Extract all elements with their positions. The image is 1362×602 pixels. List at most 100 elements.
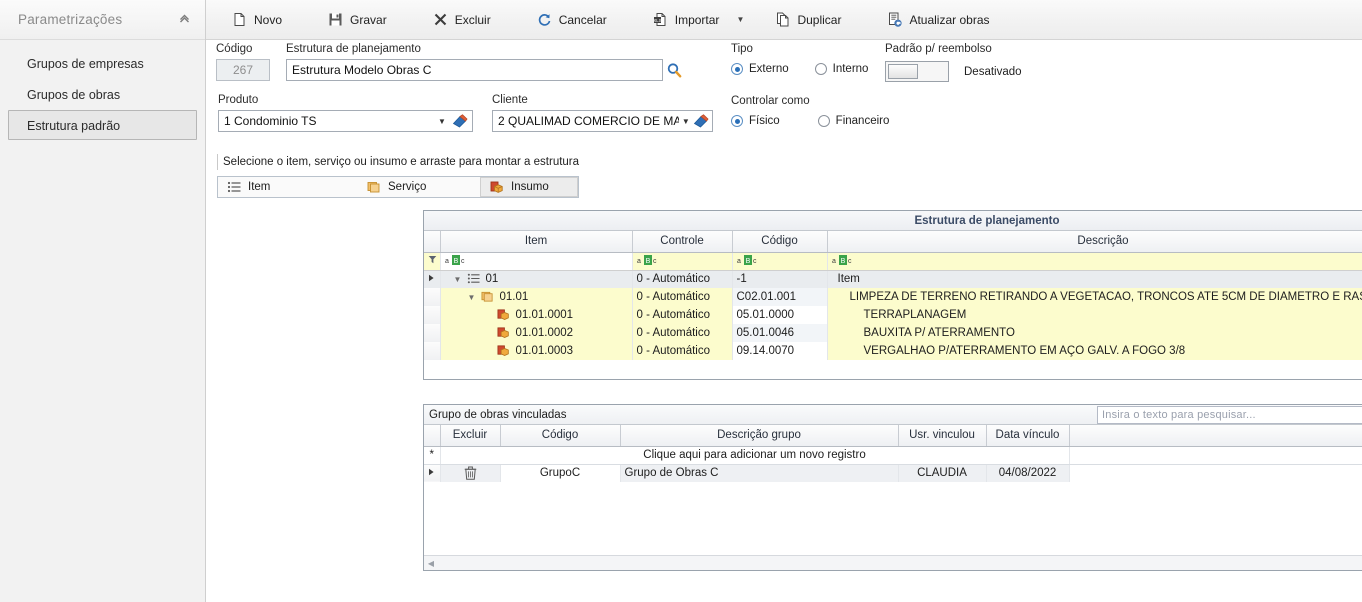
cell-descricao: Item — [827, 270, 1362, 288]
excluir-button[interactable]: Excluir — [421, 6, 503, 34]
column-header-descricao-grupo[interactable]: Descrição grupo — [620, 425, 899, 447]
scroll-left-arrow-icon[interactable]: ◀ — [424, 559, 438, 568]
produto-clear-button[interactable] — [450, 110, 470, 132]
supply-box-icon — [497, 344, 512, 359]
estrutura-input[interactable]: Estrutura Modelo Obras C — [286, 59, 663, 81]
new-document-icon — [232, 12, 247, 27]
eraser-icon — [694, 114, 709, 128]
indicator-column-header — [424, 231, 441, 253]
table-row[interactable]: 01.01.0003 0 - Automático 09.14.0070 VER… — [424, 342, 1362, 360]
table-row[interactable]: ▼ 01 0 - Automático -1 Item 0 - Ativo — [424, 270, 1362, 288]
importar-dropdown-chevron-down-icon[interactable]: ▼ — [731, 6, 749, 34]
abc-filter-icon: aBc — [445, 254, 467, 268]
sidebar-item-label: Grupos de obras — [27, 88, 121, 102]
novo-label: Novo — [254, 12, 283, 27]
structure-panel-title: Estrutura de planejamento — [424, 211, 1362, 231]
cell-item: ▼ 01 — [440, 270, 633, 288]
tab-servico-label: Serviço — [388, 181, 427, 193]
application-window: Parametrizações Grupos de empresas Grupo… — [0, 0, 1362, 602]
linked-groups-search[interactable]: Insira o texto para pesquisar... — [1097, 405, 1362, 424]
column-header-item[interactable]: Item — [440, 231, 633, 253]
sidebar-item-estrutura-padrao[interactable]: Estrutura padrão — [8, 110, 197, 140]
radio-icon — [814, 63, 827, 75]
produto-combobox[interactable]: 1 Condominio TS ▼ — [218, 110, 473, 132]
cancelar-label: Cancelar — [558, 12, 607, 27]
svg-text:c: c — [753, 258, 757, 265]
produto-value: 1 Condominio TS — [224, 114, 317, 128]
search-magnifier-icon — [667, 62, 681, 77]
sidebar: Parametrizações Grupos de empresas Grupo… — [0, 0, 206, 602]
column-header-controle[interactable]: Controle — [632, 231, 733, 253]
cell-item-text: 01.01 — [499, 291, 529, 303]
tab-servico[interactable]: Serviço — [358, 177, 480, 197]
column-header-codigo[interactable]: Código — [500, 425, 621, 447]
tipo-option-externo[interactable]: Externo — [731, 63, 789, 75]
column-header-usr-vinculou[interactable]: Usr. vinculou — [898, 425, 987, 447]
new-record-hint[interactable]: Clique aqui para adicionar um novo regis… — [440, 446, 1070, 465]
chevron-down-icon[interactable]: ▼ — [679, 117, 693, 126]
chevron-up-icon[interactable] — [178, 12, 191, 27]
column-header-data-vinculo[interactable]: Data vínculo — [986, 425, 1070, 447]
sidebar-item-grupos-de-empresas[interactable]: Grupos de empresas — [8, 48, 197, 78]
import-xls-icon: XLS — [653, 12, 668, 27]
gravar-label: Gravar — [350, 12, 387, 27]
reembolso-label: Padrão p/ reembolso — [885, 43, 992, 55]
table-row[interactable]: GrupoC Grupo de Obras C CLAUDIA 04/08/20… — [424, 464, 1362, 482]
radio-icon — [731, 115, 743, 127]
row-indicator-icon — [424, 270, 441, 288]
tab-item[interactable]: Item — [218, 177, 358, 197]
tab-insumo[interactable]: Insumo — [480, 177, 578, 197]
duplicar-button[interactable]: Duplicar — [763, 6, 853, 34]
horizontal-scrollbar[interactable]: ◀ — [424, 555, 1362, 570]
table-row[interactable]: 01.01.0002 0 - Automático 05.01.0046 BAU… — [424, 324, 1362, 342]
codigo-field-group: Código 267 — [216, 43, 270, 81]
controlar-option-fisico[interactable]: Físico — [731, 115, 780, 127]
delete-row-button[interactable] — [440, 464, 501, 482]
cell-descricao-grupo: Grupo de Obras C — [620, 464, 899, 482]
filter-indicator[interactable] — [424, 252, 441, 271]
gravar-button[interactable]: Gravar — [316, 6, 399, 34]
structure-filter-row: aBc aBc aBc a B c — [424, 252, 1362, 271]
sidebar-header: Parametrizações — [0, 0, 205, 40]
cliente-clear-button[interactable] — [693, 110, 710, 132]
column-header-excluir[interactable]: Excluir — [440, 425, 501, 447]
new-record-row[interactable]: * Clique aqui para adicionar um novo reg… — [424, 446, 1362, 465]
sidebar-item-grupos-de-obras[interactable]: Grupos de obras — [8, 79, 197, 109]
save-floppy-icon — [328, 12, 343, 27]
table-row[interactable]: 01.01.0001 0 - Automático 05.01.0000 TER… — [424, 306, 1362, 324]
cell-codigo: GrupoC — [500, 464, 621, 482]
codigo-input: 267 — [216, 59, 270, 81]
controlar-option-financeiro[interactable]: Financeiro — [817, 115, 889, 127]
sidebar-menu: Grupos de empresas Grupos de obras Estru… — [0, 40, 205, 140]
estrutura-search-button[interactable] — [663, 59, 685, 81]
table-row[interactable]: ▼ 01.01 0 - Automático C02.01.001 LIMPEZ… — [424, 288, 1362, 306]
importar-button[interactable]: XLS Importar — [641, 6, 732, 34]
update-works-icon — [887, 12, 903, 27]
cancelar-button[interactable]: Cancelar — [525, 6, 619, 34]
cliente-combobox[interactable]: 2 QUALIMAD COMERCIO DE MADE... ▼ — [492, 110, 713, 132]
filter-cell-item[interactable]: aBc — [440, 252, 633, 271]
svg-text:a: a — [637, 258, 641, 265]
controlar-fisico-label: Físico — [749, 115, 780, 127]
reembolso-toggle[interactable] — [885, 61, 949, 82]
filter-cell-controle[interactable]: aBc — [632, 252, 733, 271]
radio-icon — [817, 115, 830, 127]
row-indicator — [424, 342, 441, 360]
svg-text:a: a — [737, 258, 741, 265]
cell-spacer — [1069, 464, 1362, 482]
column-header-descricao[interactable]: Descrição — [827, 231, 1362, 253]
item-list-icon — [467, 272, 482, 287]
search-input[interactable]: Insira o texto para pesquisar... — [1102, 409, 1362, 421]
cell-item-text: 01.01.0002 — [515, 327, 574, 339]
chevron-down-icon[interactable]: ▼ — [434, 117, 450, 126]
filter-cell-codigo[interactable]: aBc — [732, 252, 828, 271]
abc-filter-icon: aBc — [832, 254, 854, 268]
expander-icon[interactable]: ▼ — [453, 275, 463, 284]
toolbar: Novo Gravar Excluir Cancelar XLS Importa… — [206, 0, 1362, 40]
filter-cell-descricao[interactable]: aBc — [827, 252, 1362, 271]
tipo-option-interno[interactable]: Interno — [814, 63, 868, 75]
column-header-codigo[interactable]: Código — [732, 231, 828, 253]
atualizar-obras-button[interactable]: Atualizar obras — [875, 6, 1001, 34]
expander-icon[interactable]: ▼ — [467, 293, 477, 302]
novo-button[interactable]: Novo — [220, 6, 294, 34]
